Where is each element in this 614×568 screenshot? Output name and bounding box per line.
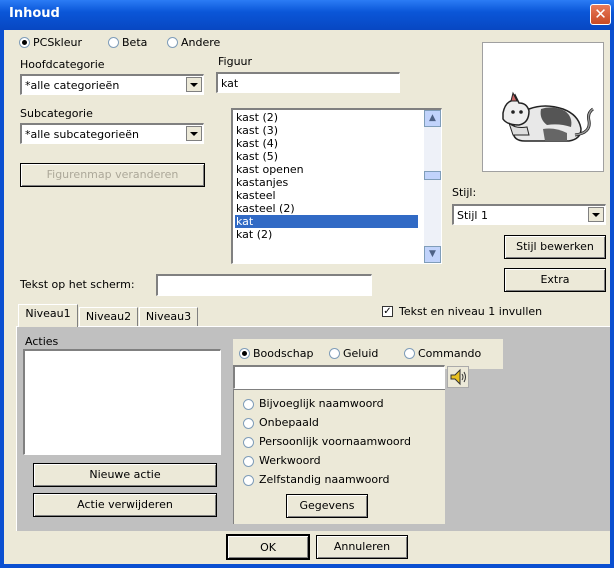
scrollbar-thumb[interactable] <box>424 171 441 180</box>
subcategorie-value: *alle subcategorieën <box>25 128 139 141</box>
list-item[interactable]: kast (4) <box>235 137 418 150</box>
radio-werkwoord[interactable] <box>243 456 254 467</box>
acties-label: Acties <box>25 335 59 348</box>
tab-niveau3[interactable]: Niveau3 <box>139 307 198 327</box>
list-item[interactable]: kast (3) <box>235 124 418 137</box>
speaker-icon[interactable] <box>447 366 469 388</box>
close-button[interactable]: ✕ <box>590 4 611 25</box>
tekst-scherm-label: Tekst op het scherm: <box>20 278 135 291</box>
radio-persoonlijk[interactable] <box>243 437 254 448</box>
annuleren-button[interactable]: Annuleren <box>316 535 408 559</box>
tab-panel: Acties Nieuwe actie Actie verwijderen Bo… <box>16 326 610 531</box>
list-item[interactable]: kast (5) <box>235 150 418 163</box>
gegevens-button[interactable]: Gegevens <box>286 494 368 518</box>
radio-beta[interactable] <box>108 37 119 48</box>
list-item[interactable]: kastanjes <box>235 176 418 189</box>
list-item-selected[interactable]: kat <box>235 215 418 228</box>
list-item[interactable]: kat (2) <box>235 228 418 241</box>
tab-niveau1[interactable]: Niveau1 <box>18 304 78 327</box>
stijl-value: Stijl 1 <box>457 209 488 222</box>
list-item[interactable]: kasteel (2) <box>235 202 418 215</box>
subcategorie-dropdown[interactable]: *alle subcategorieën <box>20 123 204 144</box>
message-input[interactable] <box>233 365 445 389</box>
radio-geluid[interactable] <box>329 348 340 359</box>
radio-zelfstandig-label: Zelfstandig naamwoord <box>259 473 390 486</box>
list-item[interactable]: kast (2) <box>235 111 418 124</box>
actie-verwijderen-button[interactable]: Actie verwijderen <box>33 493 217 517</box>
scroll-up-icon[interactable]: ▲ <box>424 110 441 127</box>
stijl-bewerken-button[interactable]: Stijl bewerken <box>504 235 606 259</box>
figure-list[interactable]: kast (2) kast (3) kast (4) kast (5) kast… <box>231 108 442 264</box>
scroll-down-icon[interactable]: ▼ <box>424 246 441 263</box>
radio-commando-label: Commando <box>418 347 482 360</box>
list-item[interactable]: kasteel <box>235 189 418 202</box>
tekst-niveau-label: Tekst en niveau 1 invullen <box>399 305 543 318</box>
figurenmap-button[interactable]: Figurenmap veranderen <box>20 163 205 187</box>
radio-boodschap-label: Boodschap <box>253 347 314 360</box>
radio-andere-label: Andere <box>181 36 221 49</box>
radio-onbepaald[interactable] <box>243 418 254 429</box>
subcategorie-label: Subcategorie <box>20 107 93 120</box>
tab-niveau2[interactable]: Niveau2 <box>79 307 138 327</box>
word-type-group: Bijvoeglijk naamwoord Onbepaald Persoonl… <box>233 389 445 524</box>
radio-pcskleur-label: PCSkleur <box>33 36 82 49</box>
extra-button[interactable]: Extra <box>504 268 606 292</box>
radio-zelfstandig[interactable] <box>243 475 254 486</box>
title-bar: Inhoud ✕ <box>0 0 614 30</box>
stijl-label: Stijl: <box>452 186 477 199</box>
radio-onbepaald-label: Onbepaald <box>259 416 319 429</box>
radio-bijvoeglijk-label: Bijvoeglijk naamwoord <box>259 397 384 410</box>
list-scrollbar[interactable]: ▲ ▼ <box>424 110 441 263</box>
dialog-window: Inhoud ✕ PCSkleur Beta Andere Hoofdcateg… <box>0 0 614 568</box>
cat-image <box>502 91 594 142</box>
tekst-niveau-checkbox[interactable]: ✓ <box>382 306 393 317</box>
hoofdcategorie-label: Hoofdcategorie <box>20 58 105 71</box>
radio-pcskleur[interactable] <box>19 37 30 48</box>
chevron-down-icon[interactable] <box>186 126 202 141</box>
window-title: Inhoud <box>9 6 60 21</box>
radio-persoonlijk-label: Persoonlijk voornaamwoord <box>259 435 411 448</box>
radio-werkwoord-label: Werkwoord <box>259 454 321 467</box>
figuur-input[interactable]: kat <box>216 72 400 93</box>
figure-preview <box>482 42 604 172</box>
chevron-down-icon[interactable] <box>186 77 202 92</box>
radio-beta-label: Beta <box>122 36 148 49</box>
hoofdcategorie-value: *alle categorieën <box>25 79 120 92</box>
radio-geluid-label: Geluid <box>343 347 379 360</box>
radio-boodschap[interactable] <box>239 348 250 359</box>
stijl-dropdown[interactable]: Stijl 1 <box>452 204 606 225</box>
radio-bijvoeglijk[interactable] <box>243 399 254 410</box>
list-item[interactable]: kast openen <box>235 163 418 176</box>
hoofdcategorie-dropdown[interactable]: *alle categorieën <box>20 74 204 95</box>
radio-andere[interactable] <box>167 37 178 48</box>
nieuwe-actie-button[interactable]: Nieuwe actie <box>33 463 217 487</box>
radio-commando[interactable] <box>404 348 415 359</box>
tekst-scherm-input[interactable] <box>156 274 372 296</box>
acties-list[interactable] <box>23 349 221 455</box>
ok-button[interactable]: OK <box>226 534 310 560</box>
figuur-value: kat <box>221 77 239 90</box>
chevron-down-icon[interactable] <box>588 207 604 222</box>
figuur-label: Figuur <box>218 55 253 68</box>
